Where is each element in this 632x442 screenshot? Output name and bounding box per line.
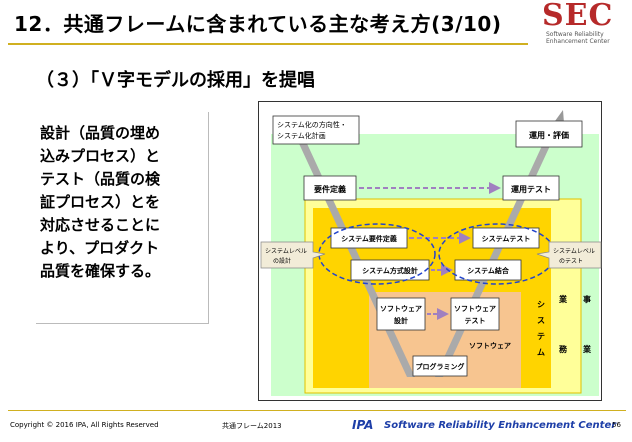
textbox-border-right <box>208 112 209 324</box>
ops-eval-label: 運用・評価 <box>529 130 569 140</box>
sw-design-line1: ソフトウェア <box>380 304 422 313</box>
layer-system-char: ス <box>537 316 545 325</box>
callout-right-line2: のテスト <box>559 258 583 265</box>
logo-subtext-1: Software Reliability <box>546 31 604 38</box>
body-line: 品質を確保する。 <box>40 262 161 280</box>
page-number: 56 <box>612 421 621 429</box>
req-def-label: 要件定義 <box>314 184 346 194</box>
sec-logo: SEC Software Reliability Enhancement Cen… <box>542 0 628 46</box>
sys-test-label: システムテスト <box>482 235 531 243</box>
callout-right-line1: システムレベル <box>553 248 595 255</box>
footer-divider <box>8 410 626 411</box>
body-line: 込みプロセス）と <box>40 147 161 165</box>
callout-left-line2: の設計 <box>273 257 291 265</box>
ops-test-label: 運用テスト <box>511 184 551 194</box>
sw-design-line2: 設計 <box>394 316 408 325</box>
body-line: 証プロセス）とを <box>40 193 161 211</box>
body-line: テスト（品質の検 <box>40 170 161 188</box>
sw-test-line1: ソフトウェア <box>454 304 496 313</box>
footer-copyright: Copyright © 2016 IPA, All Rights Reserve… <box>10 421 159 429</box>
logo-main-text: SEC <box>542 0 614 33</box>
ipa-logo-text: IPA <box>352 418 374 432</box>
body-line: 設計（品質の埋め <box>40 124 161 142</box>
sys-integ-label: システム結合 <box>467 266 510 275</box>
sw-test-line2: テスト <box>465 317 486 325</box>
footer-source: Software Reliability Enhancement Center <box>384 420 617 431</box>
v-model-diagram: システム化の方向性・ システム化計画 運用・評価 要件定義 運用テスト システム… <box>258 101 602 401</box>
layer-business-char: 業 <box>582 344 592 354</box>
textbox-border-bottom <box>36 323 209 324</box>
note-line-2: システム化計画 <box>277 131 326 140</box>
sw-test-box <box>450 297 500 331</box>
programming-label: プログラミング <box>416 362 465 371</box>
sw-design-box <box>376 297 426 331</box>
note-line-1: システム化の方向性・ <box>277 120 347 129</box>
logo-subtext-2: Enhancement Center <box>546 38 610 45</box>
sys-arch-label: システム方式設計 <box>362 266 418 275</box>
body-line: 対応させることに <box>40 216 161 234</box>
body-textbox: 設計（品質の埋め 込みプロセス）と テスト（品質の検 証プロセス）とを 対応させ… <box>40 122 220 283</box>
title-divider <box>8 43 528 45</box>
layer-business-char: 事 <box>583 294 591 304</box>
footer-center-text: 共通フレーム2013 <box>222 422 282 430</box>
layer-business-char: 務 <box>559 344 568 354</box>
layer-system-char: ム <box>537 348 545 357</box>
layer-system-char: シ <box>537 300 545 309</box>
body-line: より、プロダクト <box>40 239 160 257</box>
layer-business-char: 業 <box>558 294 568 304</box>
layer-system-char: テ <box>537 332 545 341</box>
slide-subtitle: （３）「Ｖ字モデルの採用」を提唱 <box>36 70 315 91</box>
sys-req-def-label: システム要件定義 <box>341 234 397 243</box>
slide-title: 12．共通フレームに含まれている主な考え方(3/10) <box>14 12 502 36</box>
layer-software-label: ソフトウェア <box>469 341 511 350</box>
callout-left-line1: システムレベル <box>265 248 307 255</box>
